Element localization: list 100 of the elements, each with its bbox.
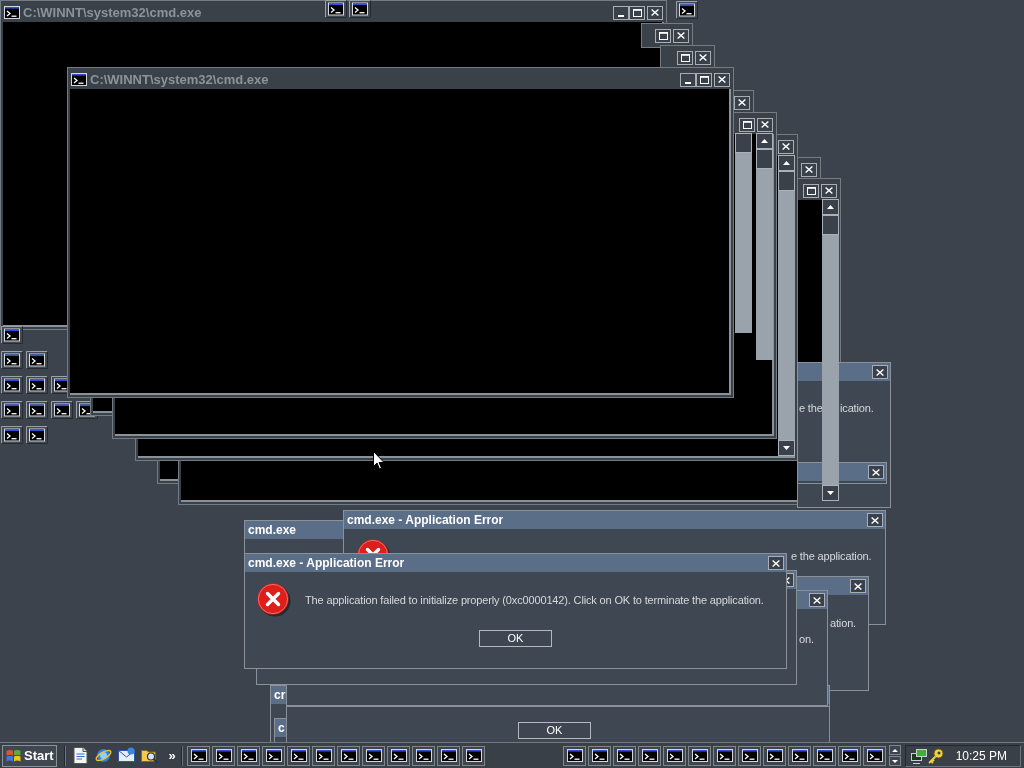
taskbar-button[interactable]	[337, 745, 360, 766]
taskbar-button[interactable]	[738, 745, 761, 766]
scroll-down-button[interactable]	[822, 485, 839, 501]
close-icon	[677, 32, 685, 39]
down-arrow-icon	[827, 491, 834, 495]
taskbar-button[interactable]	[688, 745, 711, 766]
close-icon	[772, 559, 780, 567]
maximize-icon	[680, 53, 690, 62]
taskbar-button[interactable]	[187, 745, 210, 766]
taskbar-button[interactable]	[863, 745, 886, 766]
terminal-icon	[71, 73, 87, 86]
close-button[interactable]	[734, 95, 750, 110]
taskbar-button[interactable]	[462, 745, 485, 766]
taskbar-button[interactable]	[212, 745, 235, 766]
taskbar-button[interactable]	[663, 745, 686, 766]
terminal-icon	[841, 749, 858, 762]
scrollbar[interactable]	[756, 133, 773, 360]
maximize-button[interactable]	[677, 50, 693, 65]
close-button[interactable]	[757, 117, 773, 132]
close-icon	[825, 187, 833, 194]
close-button[interactable]	[868, 465, 884, 479]
taskbar-button[interactable]	[412, 745, 435, 766]
scroll-thumb[interactable]	[735, 133, 752, 153]
maximize-button[interactable]	[739, 117, 755, 132]
computer-icon[interactable]	[911, 747, 927, 764]
scroll-down-button[interactable]	[778, 440, 795, 456]
close-icon	[699, 54, 707, 61]
taskbar-button[interactable]	[287, 745, 310, 766]
taskbar-button[interactable]	[437, 745, 460, 766]
close-button[interactable]	[872, 365, 888, 379]
taskbar-button[interactable]	[813, 745, 836, 766]
terminal-icon	[26, 426, 48, 444]
folder-search-icon[interactable]	[141, 747, 158, 764]
terminal-icon	[716, 749, 733, 762]
taskbar-button[interactable]	[638, 745, 661, 766]
taskbar-button[interactable]	[588, 745, 611, 766]
maximize-button[interactable]	[655, 28, 671, 43]
document-icon[interactable]	[72, 747, 89, 764]
scroll-up-button[interactable]	[778, 155, 795, 171]
minimize-button[interactable]	[680, 72, 696, 87]
close-button[interactable]	[714, 72, 730, 87]
terminal-icon	[816, 749, 833, 762]
ok-button[interactable]: OK	[479, 630, 552, 647]
taskbar-button[interactable]	[763, 745, 786, 766]
key-icon[interactable]	[928, 747, 944, 764]
terminal-icon	[26, 401, 48, 419]
terminal-icon	[691, 749, 708, 762]
close-button[interactable]	[850, 579, 866, 593]
close-icon	[872, 468, 880, 476]
terminal-icon	[240, 749, 257, 762]
scrollbar[interactable]	[778, 155, 795, 456]
terminal-icon	[265, 749, 282, 762]
taskbar-button[interactable]	[838, 745, 861, 766]
close-button[interactable]	[801, 162, 817, 177]
ok-button[interactable]: OK	[518, 722, 591, 739]
taskbar-button[interactable]	[788, 745, 811, 766]
scroll-thumb[interactable]	[778, 171, 795, 191]
maximize-button[interactable]	[629, 5, 645, 20]
taskbar-button[interactable]	[312, 745, 335, 766]
terminal-icon	[4, 6, 20, 19]
message-text: e the	[799, 402, 823, 415]
taskbar-button[interactable]	[563, 745, 586, 766]
down-arrow-icon	[783, 446, 790, 450]
scroll-down-button[interactable]	[889, 756, 901, 766]
terminal-icon	[340, 749, 357, 762]
close-button[interactable]	[695, 50, 711, 65]
close-icon	[761, 121, 769, 128]
envelope-icon[interactable]	[118, 747, 135, 764]
minimize-icon	[618, 14, 624, 17]
taskbar-button[interactable]	[387, 745, 410, 766]
taskbar-button[interactable]	[613, 745, 636, 766]
close-button[interactable]	[647, 5, 663, 20]
close-button[interactable]	[768, 556, 784, 570]
minimize-button[interactable]	[613, 5, 629, 20]
taskbar-button[interactable]	[713, 745, 736, 766]
start-button[interactable]: Start	[2, 744, 57, 767]
scroll-thumb[interactable]	[822, 215, 839, 235]
maximize-button[interactable]	[696, 72, 712, 87]
close-button[interactable]	[673, 28, 689, 43]
taskbar-button[interactable]	[262, 745, 285, 766]
close-button[interactable]	[778, 139, 794, 154]
taskbar-button[interactable]	[362, 745, 385, 766]
terminal-icon	[440, 749, 457, 762]
scrollbar[interactable]	[822, 199, 839, 501]
globe-icon[interactable]	[95, 747, 112, 764]
scroll-up-button[interactable]	[889, 745, 901, 755]
scroll-up-button[interactable]	[822, 199, 839, 215]
close-button[interactable]	[821, 183, 837, 198]
terminal-icon	[315, 749, 332, 762]
clock[interactable]: 10:25 PM	[955, 749, 1007, 762]
close-button[interactable]	[867, 513, 883, 527]
scroll-thumb[interactable]	[756, 149, 773, 169]
terminal-icon	[566, 749, 583, 762]
taskbar-button[interactable]	[237, 745, 260, 766]
more-button[interactable]: »	[166, 745, 178, 766]
scrollbar[interactable]	[735, 133, 752, 333]
maximize-icon	[806, 186, 816, 195]
maximize-button[interactable]	[803, 183, 819, 198]
close-button[interactable]	[809, 593, 825, 607]
scroll-up-button[interactable]	[756, 133, 773, 149]
